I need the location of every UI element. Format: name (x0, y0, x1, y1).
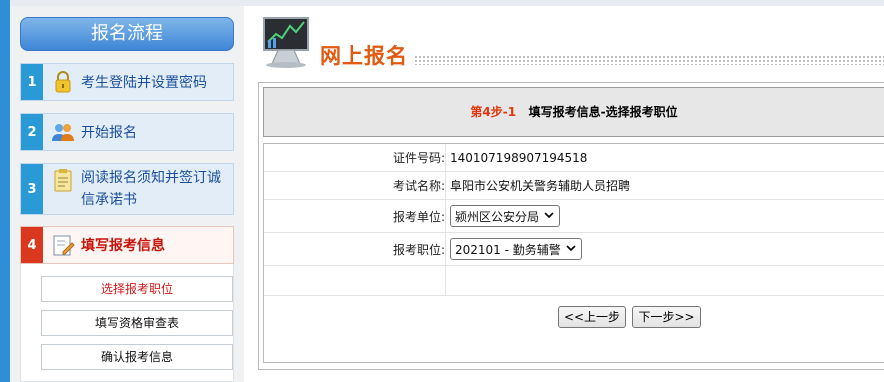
substep-select-position[interactable]: 选择报考职位 (41, 276, 233, 302)
title-dotted-rule (414, 55, 884, 65)
step-number: 4 (21, 227, 43, 263)
chevron-down-icon (566, 245, 576, 252)
step-number: 3 (21, 164, 43, 214)
unit-select-value: 颍州区公安分局 (455, 209, 540, 224)
form-table: 证件号码: 140107198907194518 考试名称: 阜阳市公安机关警务… (263, 143, 884, 363)
step-heading: 第4步-1 填写报考信息-选择报考职位 (263, 87, 884, 137)
step-title: 填写报考信息-选择报考职位 (528, 105, 678, 119)
step-number: 1 (21, 64, 43, 100)
sidebar-step-label: 阅读报名须知并签订诚信承诺书 (81, 170, 221, 208)
lock-icon (55, 71, 71, 93)
sidebar: 报名流程 1 考生登陆并设置密码 2 开始报名 3 阅读报名须知并签订诚信承诺书 (10, 6, 244, 382)
clipboard-icon (54, 169, 72, 192)
prev-step-button[interactable]: <<上一步 (558, 306, 626, 328)
form-row-unit: 报考单位: 颍州区公安分局 (264, 200, 884, 233)
exam-label: 考试名称: (264, 172, 446, 199)
sidebar-step-label: 开始报名 (81, 125, 137, 141)
position-select[interactable]: 202101 - 勤务辅警 (450, 238, 582, 260)
page-title: 网上报名 (320, 44, 408, 68)
exam-value: 阜阳市公安机关警务辅助人员招聘 (450, 179, 631, 193)
form-row-position: 报考职位: 202101 - 勤务辅警 (264, 233, 884, 266)
monitor-chart-icon (263, 17, 309, 68)
form-panel: 第4步-1 填写报考信息-选择报考职位 证件号码: 14010719890719… (258, 82, 884, 370)
form-row-exam: 考试名称: 阜阳市公安机关警务辅助人员招聘 (264, 172, 884, 200)
position-select-value: 202101 - 勤务辅警 (455, 242, 561, 257)
left-accent-bar (0, 0, 10, 382)
chevron-down-icon (544, 212, 554, 219)
unit-select[interactable]: 颍州区公安分局 (450, 205, 561, 227)
edit-icon (53, 235, 75, 256)
unit-cell: 颍州区公安分局 (450, 200, 561, 232)
substep-list: 选择报考职位 填写资格审查表 确认报考信息 (20, 264, 234, 382)
step-number: 2 (21, 114, 43, 150)
sidebar-header: 报名流程 (20, 17, 234, 51)
sidebar-step-3[interactable]: 3 阅读报名须知并签订诚信承诺书 (20, 163, 234, 215)
unit-label: 报考单位: (264, 200, 446, 232)
id-label: 证件号码: (264, 144, 446, 171)
sidebar-step-2[interactable]: 2 开始报名 (20, 113, 234, 151)
sidebar-step-4[interactable]: 4 填写报考信息 (20, 226, 234, 264)
empty-label-cell (264, 266, 446, 295)
users-icon (52, 124, 74, 141)
sidebar-step-1[interactable]: 1 考生登陆并设置密码 (20, 63, 234, 101)
substep-qualification-form[interactable]: 填写资格审查表 (41, 310, 233, 336)
step-tag: 第4步-1 (470, 105, 517, 119)
substep-confirm-info[interactable]: 确认报考信息 (41, 344, 233, 370)
page-title-bar: 网上报名 (258, 12, 884, 70)
id-value: 140107198907194518 (450, 150, 588, 165)
position-cell: 202101 - 勤务辅警 (450, 233, 582, 265)
next-step-button[interactable]: 下一步>> (632, 306, 701, 328)
sidebar-step-label: 考生登陆并设置密码 (81, 75, 207, 91)
sidebar-step-label: 填写报考信息 (81, 238, 165, 254)
form-row-empty (264, 266, 884, 296)
position-label: 报考职位: (264, 233, 446, 265)
form-row-id: 证件号码: 140107198907194518 (264, 144, 884, 172)
